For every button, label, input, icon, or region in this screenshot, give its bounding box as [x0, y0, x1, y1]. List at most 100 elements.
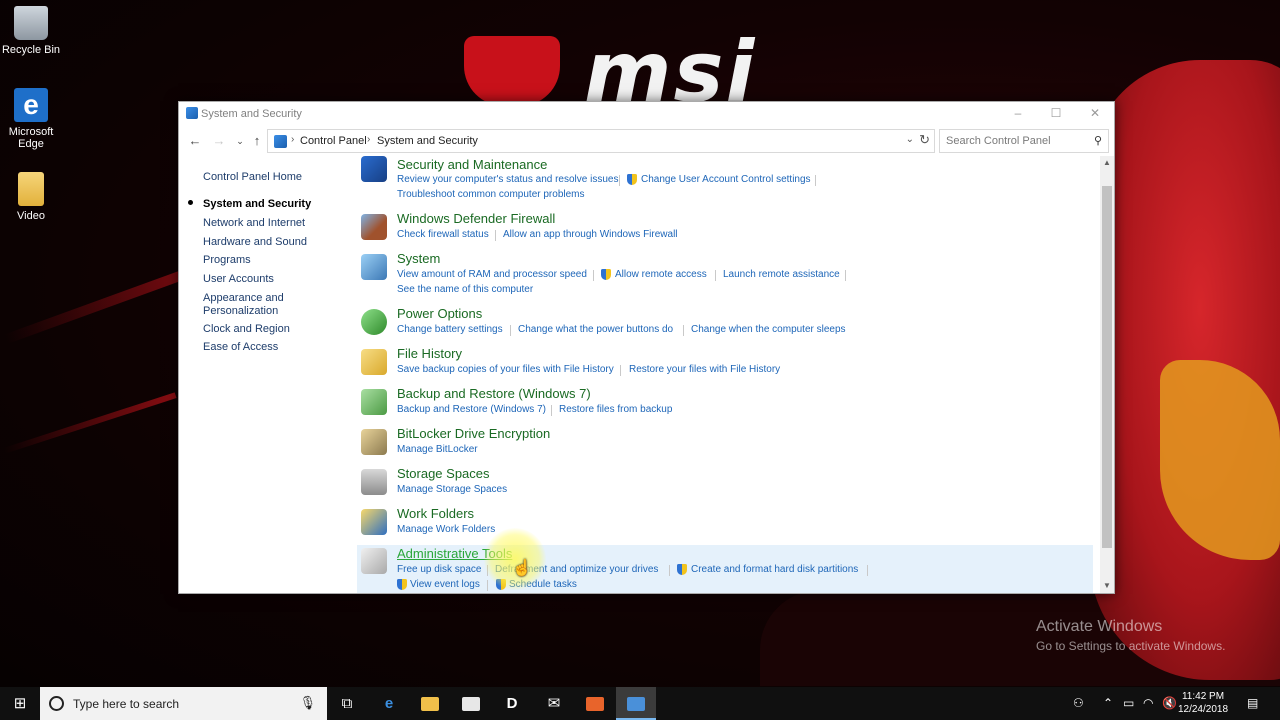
- app-d-icon[interactable]: D: [492, 687, 532, 720]
- clock-time: 11:42 PM: [1181, 691, 1225, 702]
- section-link[interactable]: Launch remote assistance: [723, 269, 840, 280]
- section-link[interactable]: Save backup copies of your files with Fi…: [397, 364, 614, 375]
- section-link[interactable]: Change User Account Control settings: [641, 174, 811, 185]
- section-link[interactable]: Review your computer's status and resolv…: [397, 174, 618, 185]
- uac-shield-icon: [397, 579, 407, 590]
- sidebar-item-appearance-and-personalization[interactable]: Appearance and Personalization: [203, 292, 323, 318]
- section-link[interactable]: Create and format hard disk partitions: [691, 564, 858, 575]
- section-link[interactable]: Change battery settings: [397, 324, 503, 335]
- back-arrow-icon[interactable]: ←: [186, 132, 204, 150]
- notifications-icon[interactable]: ▤: [1247, 696, 1258, 710]
- start-button[interactable]: ⊞: [0, 687, 40, 720]
- section-link[interactable]: Allow an app through Windows Firewall: [503, 229, 678, 240]
- activate-subtitle: Go to Settings to activate Windows.: [1036, 639, 1226, 653]
- section-link[interactable]: Change what the power buttons do: [518, 324, 673, 335]
- folders-icon: [361, 509, 387, 535]
- sidebar-item-ease-of-access[interactable]: Ease of Access: [203, 341, 323, 354]
- section-link[interactable]: Manage BitLocker: [397, 444, 478, 455]
- cortana-icon: [49, 696, 64, 711]
- network-icon[interactable]: ◠: [1143, 696, 1153, 710]
- section-link[interactable]: Manage Work Folders: [397, 524, 495, 535]
- link-divider: [715, 270, 716, 281]
- address-dropdown-icon[interactable]: ⌄: [906, 134, 914, 145]
- scrollbar-thumb[interactable]: [1102, 186, 1112, 548]
- section-link[interactable]: Restore your files with File History: [629, 364, 780, 375]
- desktop-icon-recycle-bin[interactable]: Recycle Bin: [0, 6, 62, 56]
- battery-icon[interactable]: ▭: [1123, 696, 1134, 710]
- section-administrative-tools[interactable]: Administrative Tools Free up disk space …: [357, 545, 1093, 593]
- breadcrumb-system-and-security[interactable]: System and Security: [377, 135, 478, 147]
- link-divider: [619, 175, 620, 186]
- up-arrow-icon[interactable]: ↑: [248, 132, 266, 150]
- section-title[interactable]: Security and Maintenance: [397, 157, 547, 172]
- people-icon[interactable]: ⚇: [1073, 696, 1084, 710]
- sidebar-item-clock-and-region[interactable]: Clock and Region: [203, 323, 323, 336]
- office-icon[interactable]: [575, 687, 615, 720]
- scroll-up-arrow-icon[interactable]: ▲: [1100, 156, 1114, 170]
- file-explorer-icon[interactable]: [410, 687, 450, 720]
- minimize-button[interactable]: –: [999, 102, 1037, 126]
- link-divider: [815, 175, 816, 186]
- sidebar-item-home[interactable]: Control Panel Home: [203, 171, 323, 184]
- microphone-icon[interactable]: 🎙: [299, 695, 316, 711]
- section-work-folders: Work Folders Manage Work Folders: [357, 506, 1093, 546]
- control-panel-taskbar-icon[interactable]: [616, 687, 656, 720]
- forward-arrow-icon[interactable]: →: [210, 132, 228, 150]
- taskbar-search-input[interactable]: Type here to search 🎙: [40, 687, 327, 720]
- section-link[interactable]: Troubleshoot common computer problems: [397, 189, 585, 200]
- section-link[interactable]: Allow remote access: [615, 269, 707, 280]
- address-bar[interactable]: › Control Panel › System and Security ⌄ …: [267, 129, 935, 153]
- storage-icon: [361, 469, 387, 495]
- sidebar-item-user-accounts[interactable]: User Accounts: [203, 273, 323, 286]
- section-link[interactable]: View event logs: [410, 579, 480, 590]
- refresh-icon[interactable]: ↻: [919, 132, 930, 148]
- section-link[interactable]: Free up disk space: [397, 564, 482, 575]
- navigation-bar: ← → ⌄ ↑ › Control Panel › System and Sec…: [179, 126, 1114, 156]
- chevron-up-icon[interactable]: ⌃: [1103, 696, 1113, 710]
- section-title[interactable]: File History: [397, 346, 462, 361]
- section-link[interactable]: Change when the computer sleeps: [691, 324, 846, 335]
- section-title[interactable]: Windows Defender Firewall: [397, 211, 555, 226]
- sidebar-item-programs[interactable]: Programs: [203, 254, 323, 267]
- taskbar-clock[interactable]: 11:42 PM 12/24/2018: [1170, 690, 1236, 716]
- search-input[interactable]: Search Control Panel ⚲: [939, 129, 1109, 153]
- computer-icon: [361, 254, 387, 280]
- sidebar-item-network-and-internet[interactable]: Network and Internet: [203, 217, 323, 230]
- maximize-button[interactable]: ☐: [1037, 102, 1075, 126]
- title-bar[interactable]: System and Security – ☐ ✕: [179, 102, 1114, 126]
- taskbar-search-placeholder: Type here to search: [73, 697, 180, 711]
- link-divider: [593, 270, 594, 281]
- section-link[interactable]: View amount of RAM and processor speed: [397, 269, 587, 280]
- section-title[interactable]: Backup and Restore (Windows 7): [397, 386, 591, 401]
- section-link[interactable]: See the name of this computer: [397, 284, 533, 295]
- store-icon[interactable]: [451, 687, 491, 720]
- mail-icon[interactable]: ✉: [534, 687, 574, 720]
- close-button[interactable]: ✕: [1076, 102, 1114, 126]
- windows-logo-icon: ⊞: [13, 695, 27, 712]
- section-title[interactable]: Power Options: [397, 306, 482, 321]
- section-title[interactable]: Work Folders: [397, 506, 474, 521]
- breadcrumb-chevron-icon[interactable]: ›: [291, 134, 294, 145]
- section-link[interactable]: Check firewall status: [397, 229, 489, 240]
- backup-icon: [361, 389, 387, 415]
- recent-locations-chevron-icon[interactable]: ⌄: [231, 132, 249, 150]
- scroll-down-arrow-icon[interactable]: ▼: [1100, 579, 1114, 593]
- section-title[interactable]: Storage Spaces: [397, 466, 490, 481]
- sidebar-item-hardware-and-sound[interactable]: Hardware and Sound: [203, 236, 323, 249]
- uac-shield-icon: [601, 269, 611, 280]
- vertical-scrollbar[interactable]: ▲ ▼: [1100, 156, 1114, 593]
- breadcrumb-control-panel[interactable]: Control Panel: [300, 135, 367, 147]
- section-link[interactable]: Restore files from backup: [559, 404, 672, 415]
- section-title[interactable]: System: [397, 251, 440, 266]
- task-view-icon[interactable]: ⧉: [327, 687, 367, 720]
- section-title[interactable]: BitLocker Drive Encryption: [397, 426, 550, 441]
- breadcrumb-chevron-icon[interactable]: ›: [367, 134, 370, 145]
- section-link[interactable]: Manage Storage Spaces: [397, 484, 507, 495]
- flag-icon: [361, 156, 387, 182]
- desktop-icon-edge[interactable]: e Microsoft Edge: [0, 88, 62, 150]
- desktop-icon-video[interactable]: Video: [0, 172, 62, 222]
- sidebar-item-system-and-security[interactable]: System and Security: [203, 198, 323, 211]
- section-link[interactable]: Backup and Restore (Windows 7): [397, 404, 546, 415]
- edge-icon[interactable]: e: [369, 687, 409, 720]
- bitlocker-icon: [361, 429, 387, 455]
